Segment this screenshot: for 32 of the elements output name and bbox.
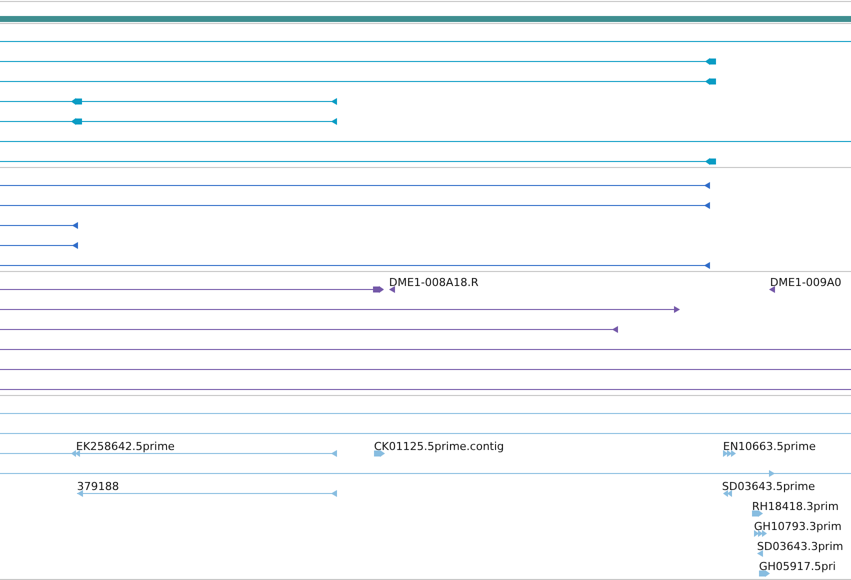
feature-arrow-icon <box>704 182 710 189</box>
feature-arrow-icon <box>71 98 82 105</box>
feature-label: EK258642.5prime <box>76 441 175 453</box>
feature-label: EN10663.5prime <box>723 441 816 453</box>
feature-arrow-icon <box>705 78 716 85</box>
feature-label: 379188 <box>77 481 119 493</box>
feature-arrow-icon <box>769 470 775 477</box>
feature-arrow-icon <box>72 222 78 229</box>
feature-label: SD03643.3prim <box>757 541 844 553</box>
feature-arrow-icon <box>331 118 337 125</box>
feature-arrow-icon <box>331 98 337 105</box>
feature-label: GH10793.3prim <box>754 521 842 533</box>
feature-label: GH05917.5pri <box>759 561 836 573</box>
feature-arrow-icon <box>612 326 618 333</box>
feature-arrow-icon <box>77 490 83 497</box>
feature-label: DME1-009A0 <box>770 277 842 289</box>
feature-label: RH18418.3prim <box>752 501 839 513</box>
feature-arrow-icon <box>705 58 716 65</box>
feature-arrow-icon <box>704 262 710 269</box>
feature-label: CK01125.5prime.contig <box>374 441 504 453</box>
feature-label: SD03643.5prime <box>722 481 815 493</box>
feature-arrow-icon <box>704 202 710 209</box>
feature-arrow-icon <box>331 450 337 457</box>
feature-arrow-icon <box>674 306 680 313</box>
feature-arrow-icon <box>389 286 395 293</box>
feature-arrow-icon <box>71 118 82 125</box>
feature-label: DME1-008A18.R <box>389 277 479 289</box>
feature-arrow-icon <box>331 490 337 497</box>
feature-arrow-icon <box>373 286 384 293</box>
feature-arrow-icon <box>769 286 775 293</box>
feature-arrow-icon <box>72 242 78 249</box>
feature-arrow-icon <box>705 158 716 165</box>
